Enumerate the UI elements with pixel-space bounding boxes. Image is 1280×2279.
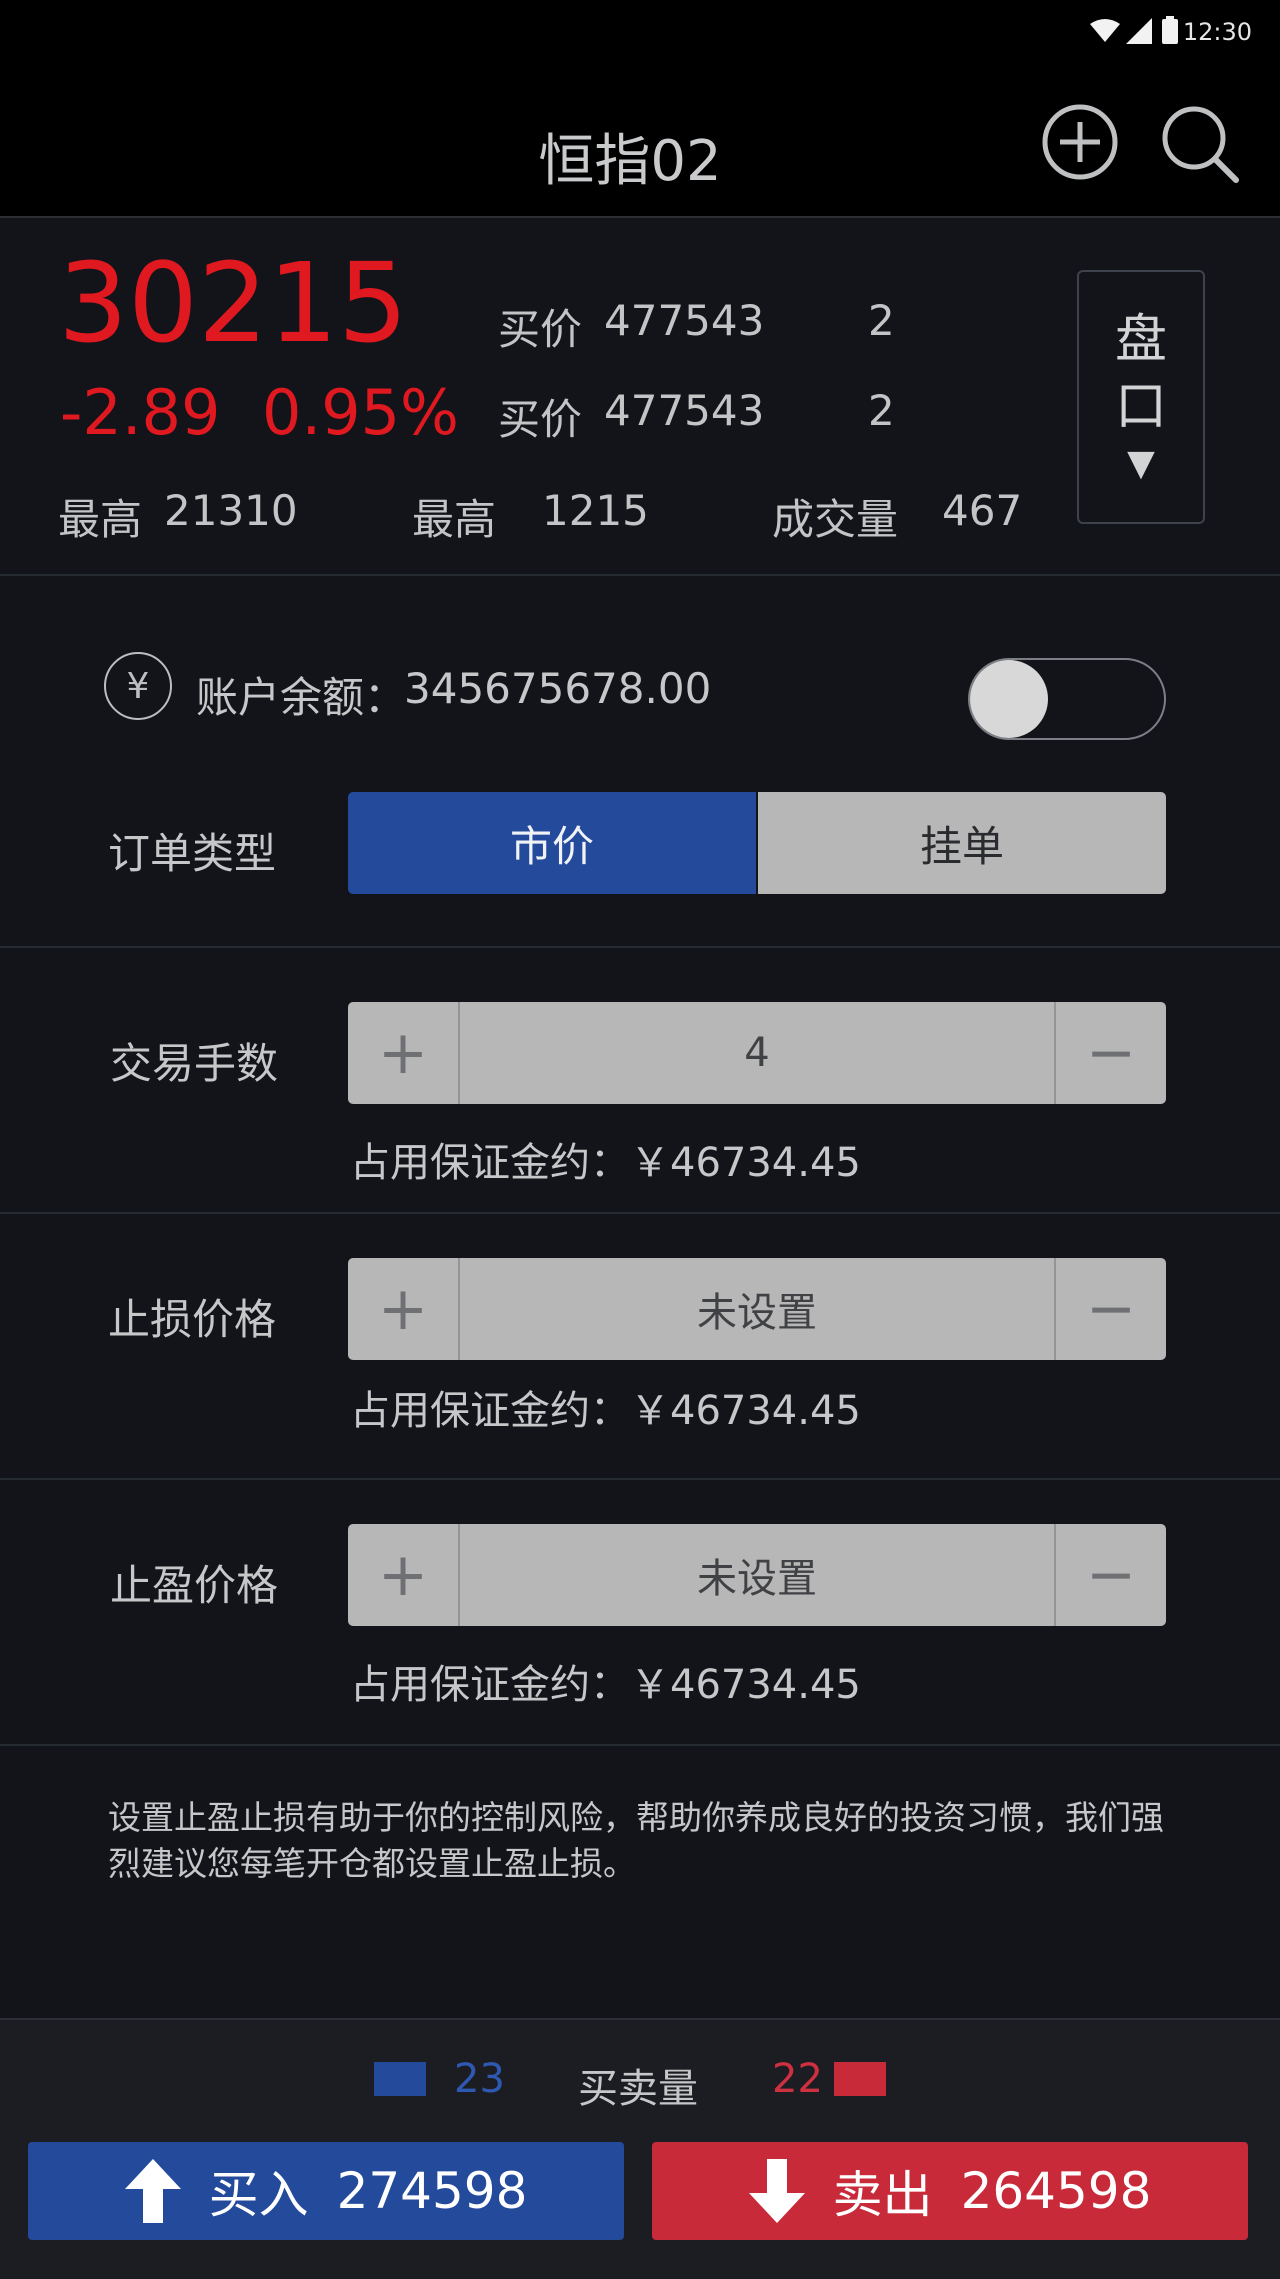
order-type-label: 订单类型 [108, 829, 277, 878]
stop-loss-increase-button[interactable]: + [348, 1258, 460, 1360]
arrow-down-icon [748, 2159, 805, 2223]
divider [0, 1478, 1280, 1480]
price-change: -2.89 [60, 376, 221, 449]
status-time: 12:30 [1182, 18, 1252, 46]
status-bar: 12:30 [0, 0, 1280, 64]
stat-value: 21310 [164, 486, 298, 535]
dropdown-arrow-icon: ▼ [1127, 442, 1155, 484]
sell-price: 264598 [960, 2162, 1152, 2220]
stat-value: 1215 [542, 486, 649, 535]
lots-decrease-button[interactable]: − [1054, 1002, 1166, 1104]
last-price: 30215 [58, 239, 408, 367]
buy-label: 买入 [208, 2166, 309, 2224]
divider [0, 1744, 1280, 1746]
stop-loss-label: 止损价格 [108, 1295, 277, 1344]
price-change-percent: 0.95% [262, 376, 459, 449]
risk-tip: 设置止盈止损有助于你的控制风险，帮助你养成良好的投资习惯，我们强烈建议您每笔开仓… [108, 1798, 1164, 1883]
take-profit-margin: 占用保证金约：￥46734.45 [350, 1662, 861, 1708]
arrow-up-icon [124, 2159, 181, 2223]
lots-label: 交易手数 [110, 1039, 279, 1088]
stop-loss-margin: 占用保证金约：￥46734.45 [350, 1388, 861, 1434]
order-type-pending[interactable]: 挂单 [758, 792, 1166, 894]
sell-label: 卖出 [832, 2166, 933, 2224]
take-profit-stepper: + 未设置 − [348, 1524, 1166, 1626]
cellular-signal-icon [1126, 18, 1152, 44]
buy-price: 274598 [336, 2162, 528, 2220]
order-type-market[interactable]: 市价 [348, 792, 756, 894]
volume-label: 买卖量 [578, 2066, 698, 2112]
battery-icon [1162, 16, 1178, 44]
bid-price: 477543 [604, 386, 765, 435]
balance-toggle[interactable] [968, 658, 1166, 740]
take-profit-value[interactable]: 未设置 [460, 1524, 1054, 1626]
bid-label: 买价 [498, 395, 583, 444]
sell-volume-swatch [834, 2062, 886, 2096]
divider [0, 574, 1280, 576]
balance-label: 账户余额： [196, 673, 407, 722]
search-icon[interactable] [1160, 104, 1240, 184]
take-profit-label: 止盈价格 [110, 1561, 279, 1610]
buy-button[interactable]: 买入 274598 [28, 2142, 624, 2240]
lots-value[interactable]: 4 [460, 1002, 1054, 1104]
bid-quantity: 2 [868, 386, 895, 435]
divider [0, 946, 1280, 948]
lots-stepper: + 4 − [348, 1002, 1166, 1104]
order-book-label-1: 盘 [1114, 310, 1167, 371]
stat-value: 467 [942, 486, 1023, 535]
stop-loss-decrease-button[interactable]: − [1054, 1258, 1166, 1360]
stat-label: 最高 [412, 495, 497, 544]
stat-label: 最高 [58, 495, 143, 544]
stat-label: 成交量 [772, 495, 899, 544]
stop-loss-stepper: + 未设置 − [348, 1258, 1166, 1360]
divider [0, 1212, 1280, 1214]
take-profit-decrease-button[interactable]: − [1054, 1524, 1166, 1626]
toggle-knob [970, 660, 1048, 738]
yen-icon: ¥ [104, 652, 172, 720]
buy-volume-swatch [374, 2062, 426, 2096]
balance-value: 345675678.00 [404, 664, 712, 713]
take-profit-increase-button[interactable]: + [348, 1524, 460, 1626]
sell-volume-count: 22 [772, 2056, 823, 2102]
lots-margin: 占用保证金约：￥46734.45 [350, 1140, 861, 1186]
bid-label: 买价 [498, 305, 583, 354]
wifi-icon [1090, 19, 1120, 42]
lots-increase-button[interactable]: + [348, 1002, 460, 1104]
order-book-label-2: 口 [1114, 376, 1167, 437]
stop-loss-value[interactable]: 未设置 [460, 1258, 1054, 1360]
nav-bar: 恒指02 [0, 64, 1280, 218]
order-book-button[interactable]: 盘 口 ▼ [1077, 270, 1205, 524]
buy-volume-count: 23 [454, 2056, 505, 2102]
sell-button[interactable]: 卖出 264598 [652, 2142, 1248, 2240]
add-icon[interactable] [1042, 104, 1118, 180]
bid-quantity: 2 [868, 296, 895, 345]
bid-price: 477543 [604, 296, 765, 345]
